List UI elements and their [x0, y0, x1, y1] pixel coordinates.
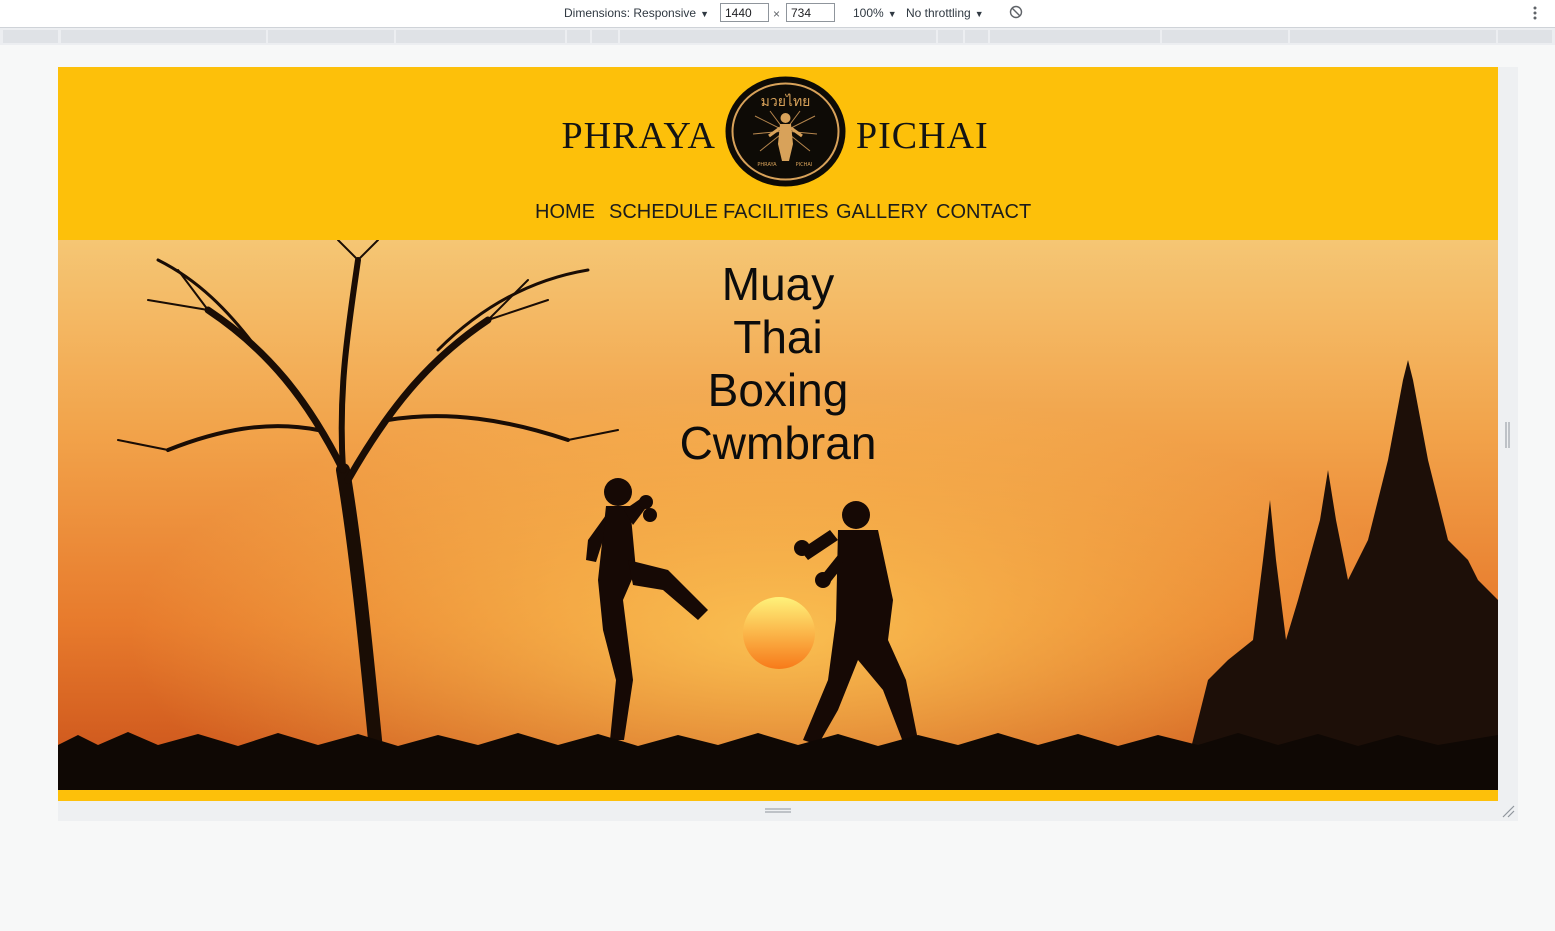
chevron-down-icon: ▼: [974, 9, 984, 19]
chevron-down-icon: ▼: [887, 9, 897, 19]
brand-left-text: PHRAYA: [561, 115, 716, 157]
hero-title: Muay Thai Boxing Cwmbran: [628, 258, 928, 470]
hero-line-thai: Thai: [733, 311, 823, 363]
times-sign: ×: [773, 7, 781, 21]
dimensions-label: Dimensions: Responsive: [564, 6, 697, 20]
media-query-segment[interactable]: [1498, 30, 1552, 43]
brand-right-text: PICHAI: [856, 115, 989, 157]
more-options-icon[interactable]: [1532, 5, 1538, 21]
dimensions-dropdown[interactable]: Dimensions: Responsive ▼: [564, 6, 709, 20]
media-query-segment[interactable]: [396, 30, 565, 43]
hero-banner: Muay Thai Boxing Cwmbran: [58, 240, 1498, 790]
media-query-segment[interactable]: [592, 30, 618, 43]
nav-facilities[interactable]: FACILITIES: [723, 201, 829, 224]
zoom-dropdown[interactable]: 100% ▼: [853, 6, 897, 20]
zoom-label: 100%: [853, 6, 884, 20]
height-input[interactable]: 734: [786, 3, 835, 22]
media-query-segment[interactable]: [990, 30, 1160, 43]
logo-caption-right: PICHAI: [796, 162, 813, 168]
media-query-segment[interactable]: [61, 30, 266, 43]
hero-line-cwmbran: Cwmbran: [679, 417, 877, 469]
grip-corner-icon[interactable]: [1501, 804, 1515, 818]
throttling-dropdown[interactable]: No throttling ▼: [906, 6, 984, 20]
gym-logo[interactable]: มวยไทย PHRAYA PICHAI: [725, 76, 846, 187]
grip-horizontal-icon[interactable]: [765, 808, 791, 814]
nav-gallery[interactable]: GALLERY: [836, 201, 928, 224]
media-query-segment[interactable]: [567, 30, 590, 43]
nav-home[interactable]: HOME: [535, 201, 595, 224]
footer-strip: [58, 790, 1498, 801]
chevron-down-icon: ▼: [700, 9, 709, 19]
media-query-segment[interactable]: [965, 30, 988, 43]
media-query-bar: [0, 28, 1555, 45]
logo-thai-text: มวยไทย: [761, 93, 811, 110]
media-query-segment[interactable]: [1290, 30, 1496, 43]
hero-line-muay: Muay: [721, 258, 835, 310]
throttling-label: No throttling: [906, 6, 971, 20]
media-query-segment[interactable]: [1162, 30, 1288, 43]
media-query-segment[interactable]: [938, 30, 963, 43]
media-query-segment[interactable]: [3, 30, 58, 43]
rotate-icon[interactable]: [1009, 5, 1023, 19]
hero-line-boxing: Boxing: [707, 364, 849, 416]
grip-vertical-icon[interactable]: [1505, 422, 1510, 448]
media-query-segment[interactable]: [268, 30, 394, 43]
site-header: PHRAYA มวยไทย PHRAYA PICHAI PICHAI HOME …: [58, 67, 1498, 240]
nav-schedule[interactable]: SCHEDULE: [609, 201, 718, 224]
nav-contact[interactable]: CONTACT: [936, 201, 1031, 224]
width-input[interactable]: 1440: [720, 3, 769, 22]
page-viewport: PHRAYA มวยไทย PHRAYA PICHAI PICHAI HOME …: [58, 67, 1498, 801]
device-toolbar: Dimensions: Responsive ▼ 1440 × 734 100% ▼…: [0, 0, 1555, 28]
media-query-segment[interactable]: [620, 30, 936, 43]
logo-caption-left: PHRAYA: [757, 162, 777, 168]
